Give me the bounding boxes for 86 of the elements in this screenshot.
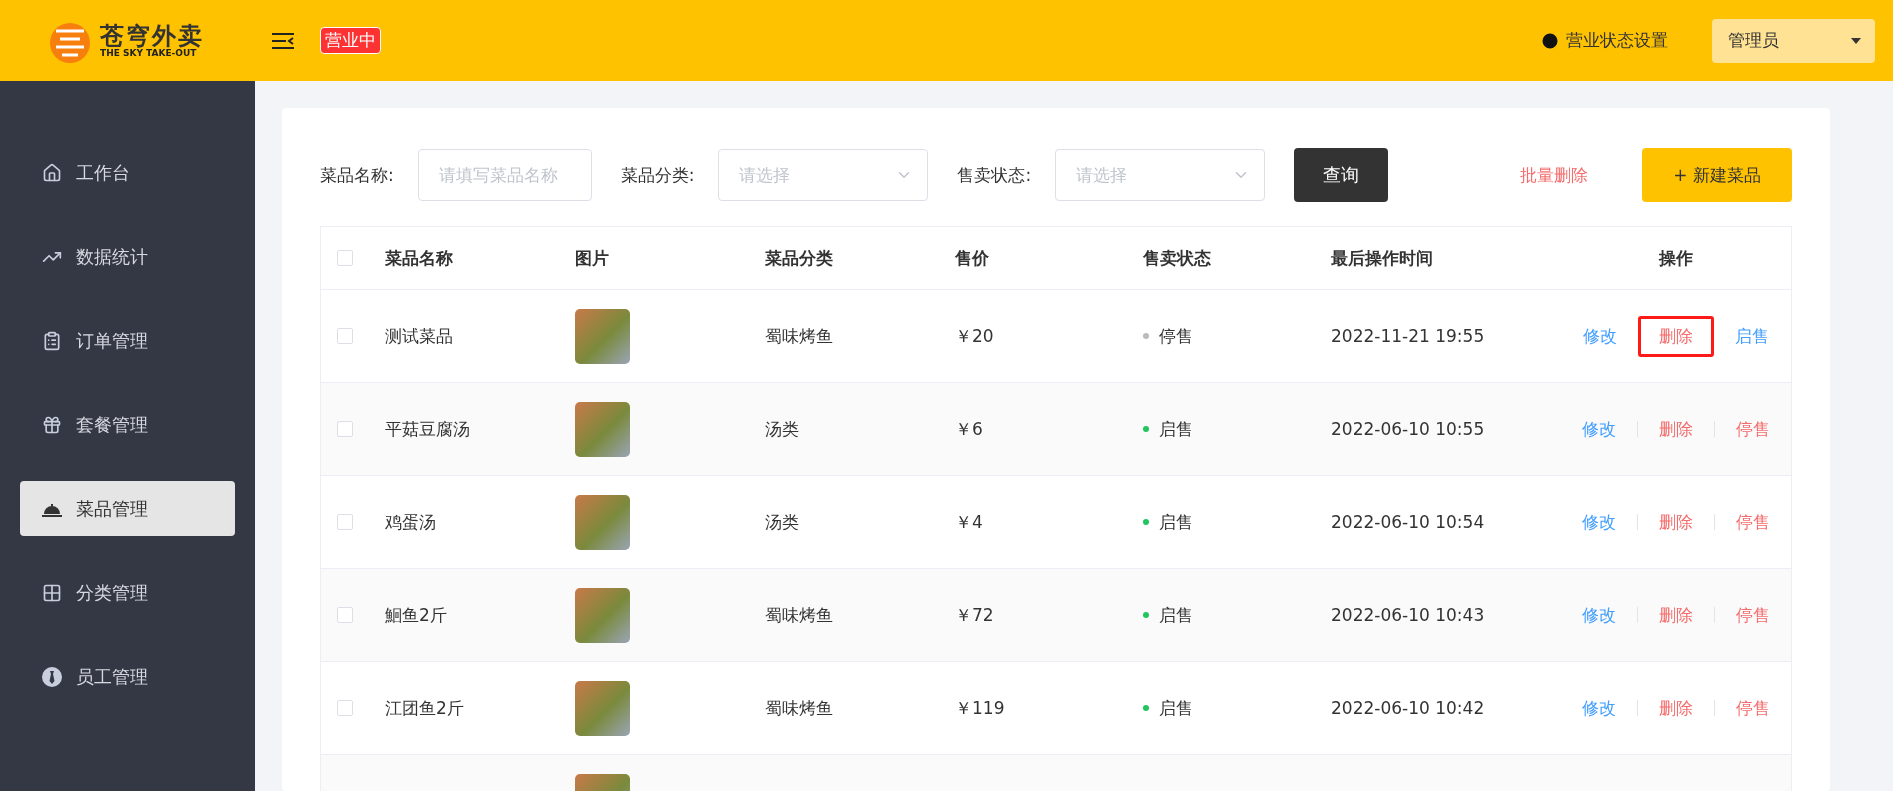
price-cell-text: ￥6 — [955, 417, 984, 441]
action-link[interactable]: 删除 — [1638, 501, 1714, 543]
price-cell-text: ￥119 — [955, 696, 1006, 720]
action-link[interactable]: 删除 — [1638, 687, 1714, 729]
action-link[interactable]: 停售 — [1715, 687, 1791, 729]
time-cell-text: 2022-11-21 19:55 — [1331, 326, 1486, 346]
dish-name: 鸡蛋汤 — [385, 510, 437, 534]
category-cell-text: 汤类 — [765, 510, 800, 534]
action-link[interactable]: 修改 — [1561, 594, 1637, 636]
filter-label: 菜品名称: — [320, 163, 394, 187]
grid-icon — [42, 582, 62, 603]
dish-name: 江团鱼2斤 — [385, 696, 465, 720]
dish-name: 鮰鱼2斤 — [385, 603, 448, 627]
photo-placeholder — [575, 587, 630, 643]
clipboard-icon — [42, 330, 62, 351]
category-cell-text: 蜀味烤鱼 — [765, 324, 834, 348]
status-select[interactable]: 请选择 — [1055, 149, 1266, 201]
column-header: 售卖状态 — [1143, 246, 1212, 270]
new-dish-button[interactable]: + 新建菜品 — [1642, 148, 1792, 202]
photo-placeholder — [575, 401, 630, 457]
logo-subtitle: THE SKY TAKE-OUT — [100, 47, 197, 58]
status-text: 启售 — [1159, 603, 1193, 627]
time-cell-text: 2022-06-10 10:55 — [1331, 419, 1486, 439]
batch-delete-button[interactable]: 批量删除 — [1514, 162, 1594, 188]
status-text: 启售 — [1159, 417, 1193, 441]
category-cell-text: 汤类 — [765, 417, 800, 441]
logo-title: 苍穹外卖 — [100, 23, 204, 48]
price-cell-text: ￥20 — [955, 324, 995, 348]
sidebar-item[interactable]: 订单管理 — [20, 313, 235, 368]
price-cell-text: ￥72 — [955, 603, 995, 627]
photo-placeholder — [575, 494, 630, 550]
filter-label: 菜品分类: — [620, 163, 695, 187]
category-cell-text: 蜀味烤鱼 — [765, 603, 834, 627]
sidebar-item[interactable]: 工作台 — [20, 145, 235, 200]
category-select[interactable]: 请选择 — [718, 149, 929, 201]
checkbox[interactable] — [337, 328, 353, 344]
action-link[interactable]: 删除 — [1638, 408, 1714, 450]
action-link[interactable]: 修改 — [1561, 408, 1637, 450]
column-header: 菜品分类 — [765, 246, 834, 270]
sidebar-item[interactable]: 数据统计 — [20, 229, 235, 284]
action-link[interactable]: 删除 — [1638, 594, 1714, 636]
filter-label: 售卖状态: — [957, 163, 1032, 187]
menu-icon[interactable] — [272, 32, 294, 49]
action-link[interactable]: 修改 — [1561, 687, 1637, 729]
status-text: 启售 — [1159, 696, 1193, 720]
column-header: 操作 — [1657, 246, 1694, 270]
dish-name-field[interactable]: 请填写菜品名称 — [417, 149, 592, 201]
time-cell-text: 2022-06-10 10:42 — [1331, 698, 1486, 718]
action-link[interactable]: 停售 — [1715, 594, 1791, 636]
tie-icon — [42, 666, 62, 687]
status-text: 启售 — [1159, 510, 1193, 534]
checkbox[interactable] — [337, 250, 353, 266]
action-link[interactable]: 修改 — [1561, 501, 1637, 543]
sidebar-item[interactable]: 员工管理 — [20, 649, 235, 704]
column-header: 图片 — [575, 246, 610, 270]
action-link[interactable]: 修改 — [1562, 315, 1638, 357]
column-header: 最后操作时间 — [1331, 246, 1434, 270]
caret-icon — [1851, 37, 1861, 44]
action-link[interactable]: 停售 — [1715, 408, 1791, 450]
column-header: 菜品名称 — [385, 246, 454, 270]
photo-placeholder — [575, 308, 630, 364]
category-cell-text: 蜀味烤鱼 — [765, 696, 834, 720]
status-setting-link[interactable]: 营业状态设置 — [1566, 29, 1668, 52]
price-cell-text: ￥4 — [955, 510, 984, 534]
action-link[interactable]: 启售 — [1714, 315, 1790, 357]
checkbox[interactable] — [337, 700, 353, 716]
action-link[interactable]: 停售 — [1715, 501, 1791, 543]
status-badge: 营业中 — [320, 27, 381, 54]
time-cell-text: 2022-06-10 10:54 — [1331, 512, 1486, 532]
time-cell-text: 2022-06-10 10:43 — [1331, 605, 1486, 625]
action-link[interactable]: 删除 — [1638, 315, 1714, 357]
dish-name: 测试菜品 — [385, 324, 454, 348]
query-button[interactable]: 查询 — [1294, 148, 1389, 202]
sidebar-item[interactable]: 套餐管理 — [20, 397, 235, 452]
user-dropdown[interactable]: 管理员 — [1712, 18, 1875, 63]
checkbox[interactable] — [337, 607, 353, 623]
sidebar-item[interactable]: 分类管理 — [20, 565, 235, 620]
checkbox[interactable] — [337, 421, 353, 437]
status-text: 停售 — [1159, 324, 1193, 348]
gift-icon — [42, 414, 62, 435]
sidebar-item[interactable]: 菜品管理 — [20, 481, 235, 536]
checkbox[interactable] — [337, 514, 353, 530]
column-header: 售价 — [955, 246, 990, 270]
dish-name: 平菇豆腐汤 — [385, 417, 471, 441]
photo-placeholder — [575, 680, 630, 736]
home-icon — [42, 162, 62, 183]
